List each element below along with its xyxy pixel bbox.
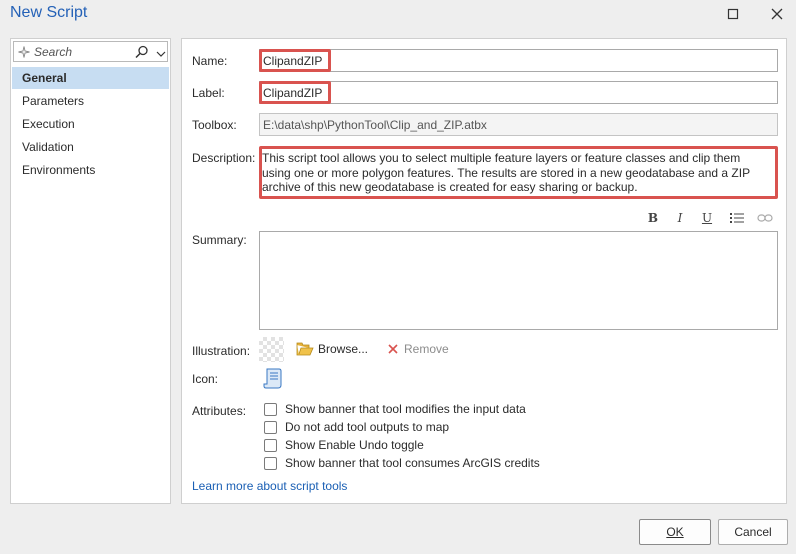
learn-more-link[interactable]: Learn more about script tools (192, 479, 347, 493)
remove-x-icon (388, 344, 398, 354)
cancel-button[interactable]: Cancel (718, 519, 788, 545)
italic-icon[interactable]: I (671, 209, 689, 227)
list-icon[interactable] (728, 209, 746, 227)
script-scroll-icon[interactable] (263, 367, 283, 392)
illustration-label: Illustration: (192, 344, 251, 358)
attribute-no-add-outputs[interactable]: Do not add tool outputs to map (264, 420, 449, 434)
illustration-preview (259, 337, 284, 362)
nav-item-general[interactable]: General (12, 67, 169, 89)
remove-button[interactable]: Remove (388, 342, 449, 356)
cancel-label: Cancel (734, 525, 772, 539)
maximize-icon (727, 8, 739, 20)
name-label: Name: (192, 54, 228, 68)
icon-label: Icon: (192, 372, 219, 386)
summary-label: Summary: (192, 233, 247, 247)
label-label: Label: (192, 86, 225, 100)
attribute-label: Do not add tool outputs to map (285, 420, 450, 434)
description-label: Description: (192, 151, 256, 165)
chevron-down-icon[interactable] (156, 47, 166, 61)
toolbox-field[interactable]: E:\data\shp\PythonTool\Clip_and_ZIP.atbx (259, 113, 778, 136)
bold-icon[interactable]: B (644, 209, 662, 227)
toolbox-label: Toolbox: (192, 118, 237, 132)
label-value: ClipandZIP (263, 86, 323, 100)
nav-item-execution[interactable]: Execution (12, 113, 169, 135)
nav-item-validation[interactable]: Validation (12, 136, 169, 158)
summary-field[interactable] (259, 231, 778, 330)
toolbox-value: E:\data\shp\PythonTool\Clip_and_ZIP.atbx (263, 118, 487, 132)
search-input[interactable]: Search (34, 45, 72, 59)
remove-label: Remove (404, 342, 449, 356)
checkbox[interactable] (264, 420, 277, 434)
general-panel: Name: ClipandZIP Label: ClipandZIP Toolb… (181, 38, 787, 504)
name-value: ClipandZIP (263, 54, 323, 68)
label-field[interactable]: ClipandZIP (259, 81, 778, 104)
sparkle-icon (18, 46, 30, 61)
search-box[interactable]: Search (13, 41, 168, 62)
maximize-button[interactable] (722, 4, 744, 24)
description-field[interactable]: This script tool allows you to select mu… (262, 151, 772, 195)
checkbox[interactable] (264, 402, 277, 416)
ok-button[interactable]: OK (639, 519, 711, 545)
browse-label: Browse... (318, 342, 369, 356)
nav-item-environments[interactable]: Environments (12, 159, 169, 181)
browse-button[interactable]: Browse... (296, 342, 368, 356)
window-title: New Script (10, 4, 88, 21)
attribute-consumes-credits[interactable]: Show banner that tool consumes ArcGIS cr… (264, 456, 540, 470)
link-icon (756, 209, 774, 227)
underline-icon[interactable]: U (698, 209, 716, 227)
attribute-label: Show banner that tool consumes ArcGIS cr… (285, 456, 540, 470)
close-button[interactable] (766, 4, 788, 24)
folder-open-icon (296, 342, 314, 356)
attribute-enable-undo[interactable]: Show Enable Undo toggle (264, 438, 424, 452)
title-bar: New Script (0, 0, 796, 30)
checkbox[interactable] (264, 456, 277, 470)
checkbox[interactable] (264, 438, 277, 452)
name-field[interactable]: ClipandZIP (259, 49, 778, 72)
search-icon[interactable] (135, 45, 149, 62)
attribute-label: Show banner that tool modifies the input… (285, 402, 526, 416)
attributes-label: Attributes: (192, 404, 247, 418)
nav-item-parameters[interactable]: Parameters (12, 90, 169, 112)
close-icon (771, 8, 783, 20)
ok-label: OK (666, 525, 684, 539)
attribute-label: Show Enable Undo toggle (285, 438, 424, 452)
attribute-modifies-input[interactable]: Show banner that tool modifies the input… (264, 402, 526, 416)
nav-panel: Search General Parameters Execution Vali… (10, 38, 171, 504)
